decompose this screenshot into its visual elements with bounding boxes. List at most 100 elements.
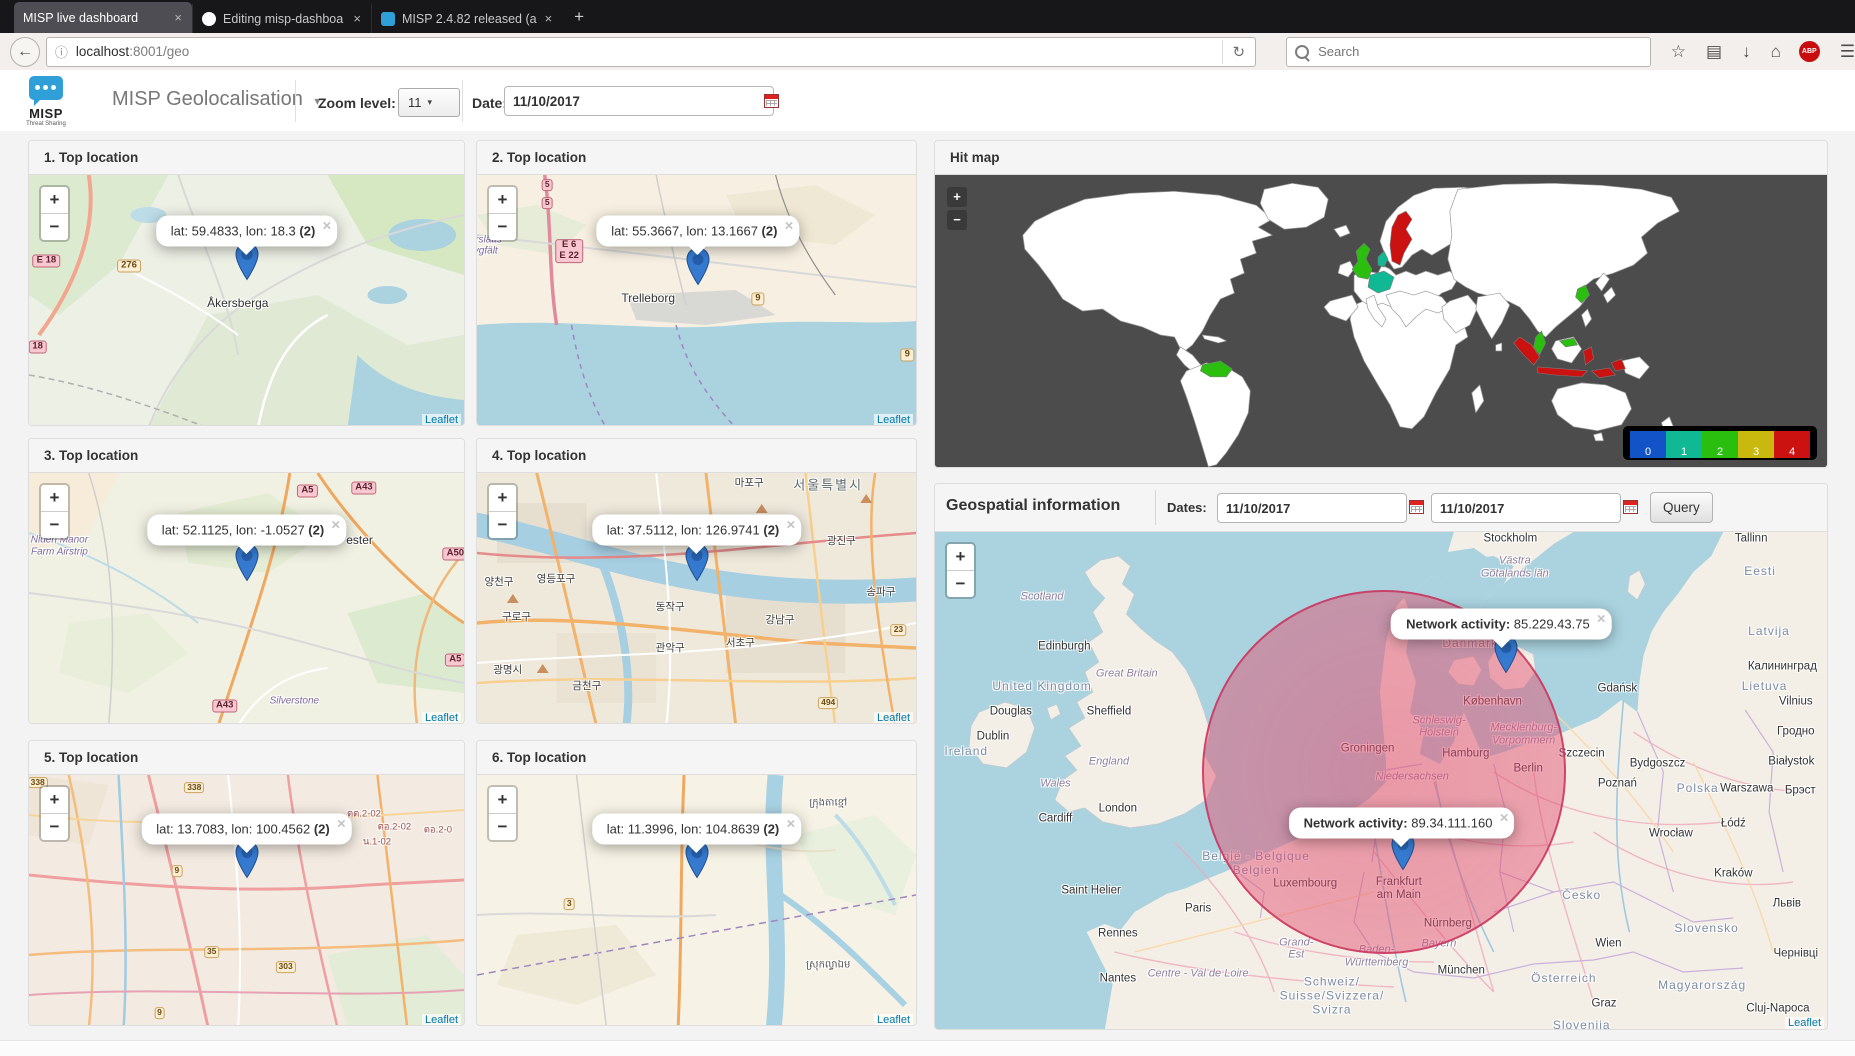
leaflet-attribution-link[interactable]: Leaflet <box>422 1014 461 1026</box>
popup-close-icon[interactable]: × <box>786 816 795 833</box>
zoom-out-button[interactable]: − <box>947 210 967 230</box>
map-top-location-3[interactable]: + − Niden Manor Farm AirstripA5A43A50est… <box>29 473 464 724</box>
leaflet-attribution-link[interactable]: Leaflet <box>874 1014 913 1026</box>
zoom-out-button[interactable]: − <box>489 512 516 538</box>
popup-close-icon[interactable]: × <box>331 516 340 533</box>
reload-button[interactable]: ↻ <box>1222 40 1256 64</box>
map-label: Lietuva <box>1742 680 1788 694</box>
map-label: 서초구 <box>726 636 755 648</box>
tab-close-icon[interactable]: × <box>173 10 183 25</box>
popup-label: Network activity: <box>1406 617 1510 632</box>
search-icon <box>1295 45 1309 59</box>
popup-label: Network activity: <box>1304 815 1408 830</box>
date-to-input[interactable] <box>1431 493 1621 523</box>
popup-count: (2) <box>763 822 779 837</box>
url-host: localhost <box>76 44 129 59</box>
app-title-dropdown[interactable]: MISP Geolocalisation ▾ <box>112 88 320 111</box>
query-button[interactable]: Query <box>1650 492 1713 523</box>
zoom-in-button[interactable]: + <box>489 485 516 512</box>
search-box[interactable] <box>1286 37 1651 67</box>
legend-tick: 4 <box>1774 446 1810 458</box>
map-label: Eesti <box>1744 565 1776 579</box>
map-label: Douglas <box>990 705 1032 718</box>
tab-close-icon[interactable]: × <box>544 11 554 26</box>
zoom-level-select[interactable]: 11 ▾ <box>398 88 460 117</box>
hit-map[interactable]: + − 01234 <box>935 175 1827 468</box>
map-top-location-6[interactable]: + − ក្រុងតាខ្មៅ33ស្រុកល្វាឯម lat: 11.399… <box>477 775 916 1026</box>
date-input[interactable] <box>504 86 774 116</box>
back-button[interactable]: ← <box>10 37 40 67</box>
tab-close-icon[interactable]: × <box>352 11 362 26</box>
leaflet-attribution-link[interactable]: Leaflet <box>422 712 461 724</box>
new-tab-button[interactable]: + <box>562 7 596 27</box>
tab-misp-released[interactable]: MISP 2.4.82 released (a × <box>371 4 562 33</box>
map-label: Polska <box>1677 782 1719 796</box>
zoom-level-label: Zoom level: <box>318 95 396 111</box>
tab-misp-live-dashboard[interactable]: MISP live dashboard × <box>14 2 192 33</box>
zoom-in-button[interactable]: + <box>947 544 974 571</box>
popup-close-icon[interactable]: × <box>785 217 794 234</box>
map-top-location-5[interactable]: + − 338338ตต.2-02ตอ.2-02ตอ.2-0น.1-029353… <box>29 775 464 1026</box>
misp-logo[interactable]: MISP Threat Sharing <box>18 76 74 127</box>
map-label: Česko <box>1562 889 1601 903</box>
panel-title: 5. Top location <box>29 741 464 775</box>
zoom-out-button[interactable]: − <box>489 214 516 240</box>
leaflet-attribution-link[interactable]: Leaflet <box>874 414 913 426</box>
browser-navbar: ← ⓘ localhost :8001/geo ↻ ☆ ▤ ↓ ⌂ ABP ☰ <box>0 33 1855 71</box>
map-top-location-2[interactable]: + − 55E 6 E 22erslätts ygfältTrelleborg9… <box>477 175 916 426</box>
popup-close-icon[interactable]: × <box>337 816 346 833</box>
map-label: 494 <box>818 697 838 709</box>
map-top-location-4[interactable]: + − 마포구서울특별시광진구양천구영등포구동작구강남구송파구구로구관악구서초구… <box>477 473 916 724</box>
tab-editing-misp-dashboard[interactable]: Editing misp-dashboa × <box>192 4 371 33</box>
map-labels: ក្រុងតាខ្មៅ33ស្រុកល្វាឯម <box>477 775 916 1026</box>
pages-icon[interactable]: ▤ <box>1706 43 1722 60</box>
zoom-in-button[interactable]: + <box>489 187 516 214</box>
dates-label: Dates: <box>1167 500 1207 515</box>
home-icon[interactable]: ⌂ <box>1771 43 1781 60</box>
popup-close-icon[interactable]: × <box>1500 809 1509 826</box>
zoom-in-button[interactable]: + <box>41 485 68 512</box>
map-label: Åkersberga <box>207 297 268 311</box>
map-top-location-1[interactable]: + − E 18276Åkersberga18 lat: 59.4833, lo… <box>29 175 464 426</box>
zoom-in-button[interactable]: + <box>41 787 68 814</box>
download-icon[interactable]: ↓ <box>1742 43 1751 60</box>
divider <box>1155 490 1156 525</box>
map-label: Slovensko <box>1674 922 1738 936</box>
zoom-in-button[interactable]: + <box>41 187 68 214</box>
zoom-out-button[interactable]: − <box>41 214 68 240</box>
map-label: Гродно <box>1777 725 1815 738</box>
info-icon[interactable]: ⓘ <box>55 42 68 61</box>
map-label: Centre - Val de Loire <box>1148 967 1249 980</box>
zoom-out-button[interactable]: − <box>489 814 516 840</box>
misp-logo-icon <box>29 76 63 100</box>
chevron-down-icon: ▾ <box>428 97 433 108</box>
menu-icon[interactable]: ☰ <box>1840 43 1855 60</box>
map-label: Брэст <box>1785 785 1816 798</box>
map-label: A5 <box>445 654 464 667</box>
search-input[interactable] <box>1316 43 1642 60</box>
zoom-out-button[interactable]: − <box>41 814 68 840</box>
zoom-out-button[interactable]: − <box>41 512 68 538</box>
url-bar[interactable]: ⓘ localhost :8001/geo ↻ <box>46 37 1256 67</box>
popup-close-icon[interactable]: × <box>1597 611 1606 628</box>
zoom-in-button[interactable]: + <box>489 787 516 814</box>
map-zoom-control: + − <box>39 185 70 242</box>
leaflet-attribution-link[interactable]: Leaflet <box>874 712 913 724</box>
zoom-out-button[interactable]: − <box>947 571 974 597</box>
adblock-plus-icon[interactable]: ABP <box>1799 41 1820 62</box>
leaflet-attribution-link[interactable]: Leaflet <box>1785 1017 1824 1029</box>
calendar-icon[interactable] <box>1623 500 1638 514</box>
zoom-in-button[interactable]: + <box>947 187 967 207</box>
map-label: Latvija <box>1748 625 1790 639</box>
popup-close-icon[interactable]: × <box>323 217 332 234</box>
calendar-icon[interactable] <box>1409 500 1424 514</box>
calendar-icon[interactable] <box>764 94 779 108</box>
geospatial-map[interactable]: + − StockholmTallinnVästra Götalands län… <box>935 532 1827 1030</box>
date-from-input[interactable] <box>1217 493 1407 523</box>
leaflet-attribution-link[interactable]: Leaflet <box>422 414 461 426</box>
popup-close-icon[interactable]: × <box>786 516 795 533</box>
misp-logo-title: MISP <box>18 106 74 121</box>
panel-title: 2. Top location <box>477 141 916 175</box>
bookmark-star-icon[interactable]: ☆ <box>1671 43 1686 60</box>
panel-top-location-6: 6. Top location + − <box>476 740 917 1026</box>
